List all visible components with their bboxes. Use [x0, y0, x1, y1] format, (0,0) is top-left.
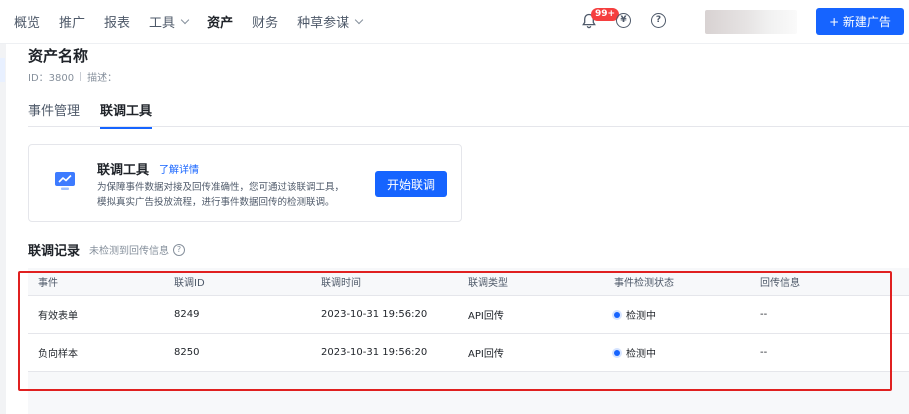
account-avatar[interactable] — [705, 10, 797, 34]
tab-bar: 事件管理 联调工具 — [28, 100, 172, 129]
nav-item-reports[interactable]: 报表 — [104, 12, 130, 31]
asset-meta: ID：3800 描述： — [28, 69, 117, 84]
nav-item-seeding-advisor[interactable]: 种草参谋 — [297, 12, 364, 31]
asset-description: 描述： — [87, 73, 118, 84]
notification-badge: 99+ — [591, 8, 620, 21]
tab-debug-tool[interactable]: 联调工具 — [100, 100, 153, 129]
asset-id: ID：3800 — [28, 73, 75, 84]
nav-item-tools[interactable]: 工具 — [149, 12, 190, 31]
currency-icon[interactable]: ¥ — [616, 13, 631, 28]
learn-more-link[interactable]: 了解详情 — [159, 161, 199, 176]
start-debug-button[interactable]: 开始联调 — [375, 171, 447, 197]
highlight-box — [18, 271, 892, 391]
sidebar-strip — [0, 44, 6, 414]
records-note: 未检测到回传信息 ? — [89, 242, 185, 257]
tab-event-management[interactable]: 事件管理 — [28, 100, 80, 129]
card-description: 为保障事件数据对接及回传准确性，您可通过该联调工具，模拟真实广告投放流程，进行事… — [97, 182, 345, 208]
divider — [28, 126, 909, 127]
help-circle-icon[interactable]: ? — [173, 243, 185, 256]
new-ad-button[interactable]: + 新建广告 — [816, 8, 904, 35]
nav-items: 概览 推广 报表 工具 资产 财务 种草参谋 — [0, 12, 381, 31]
monitor-chart-icon — [55, 172, 75, 190]
page-title: 资产名称 — [28, 47, 89, 65]
debug-tool-card: 联调工具 了解详情 为保障事件数据对接及回传准确性，您可通过该联调工具，模拟真实… — [28, 144, 462, 222]
records-note-text: 未检测到回传信息 — [89, 246, 169, 257]
card-title: 联调工具 — [97, 163, 150, 178]
nav-item-finance[interactable]: 财务 — [252, 12, 278, 31]
chevron-down-icon — [354, 15, 364, 24]
nav-item-assets[interactable]: 资产 — [207, 12, 233, 31]
records-title: 联调记录 — [28, 244, 81, 259]
divider — [80, 72, 82, 81]
help-icon[interactable]: ? — [651, 13, 666, 28]
sidebar-active-marker — [0, 58, 5, 82]
chevron-down-icon — [180, 15, 190, 24]
nav-item-overview[interactable]: 概览 — [14, 12, 40, 31]
nav-item-promotion[interactable]: 推广 — [59, 12, 85, 31]
